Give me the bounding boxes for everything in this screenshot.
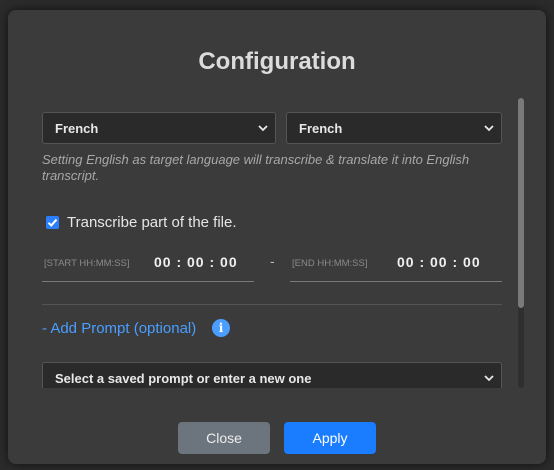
close-button[interactable]: Close [178, 422, 270, 454]
end-time-value[interactable]: 00 : 00 : 00 [397, 254, 481, 270]
end-time-field[interactable]: [END HH:MM:SS] 00 : 00 : 00 [290, 242, 502, 282]
scrollbar[interactable] [518, 98, 524, 388]
end-time-label: [END HH:MM:SS] [292, 258, 368, 269]
dialog-title: Configuration [198, 48, 356, 75]
start-time-field[interactable]: [START HH:MM:SS] 00 : 00 : 00 [42, 242, 254, 282]
source-language-select[interactable]: French [42, 112, 276, 144]
info-icon[interactable]: i [212, 319, 230, 337]
time-separator: - [270, 253, 275, 269]
saved-prompt-select[interactable]: Select a saved prompt or enter a new one [42, 362, 502, 388]
add-prompt-toggle[interactable]: - Add Prompt (optional) [42, 320, 196, 337]
source-language-value: French [55, 121, 99, 136]
chevron-down-icon [484, 375, 494, 382]
target-language-select[interactable]: French [286, 112, 502, 144]
target-language-value: French [299, 121, 343, 136]
start-time-label: [START HH:MM:SS] [44, 258, 130, 269]
section-divider [42, 304, 502, 305]
transcribe-part-label: Transcribe part of the file. [67, 214, 237, 231]
apply-button[interactable]: Apply [284, 422, 376, 454]
start-time-value[interactable]: 00 : 00 : 00 [154, 254, 238, 270]
saved-prompt-placeholder: Select a saved prompt or enter a new one [55, 371, 312, 386]
transcribe-part-checkbox[interactable] [46, 216, 59, 229]
chevron-down-icon [484, 125, 494, 132]
language-hint: Setting English as target language will … [42, 152, 470, 183]
checkmark-icon [47, 218, 58, 227]
scrollbar-thumb[interactable] [518, 98, 524, 308]
configuration-dialog: Configuration French French Setting Engl… [8, 10, 546, 464]
chevron-down-icon [258, 125, 268, 132]
dialog-body: French French Setting English as target … [8, 98, 546, 388]
